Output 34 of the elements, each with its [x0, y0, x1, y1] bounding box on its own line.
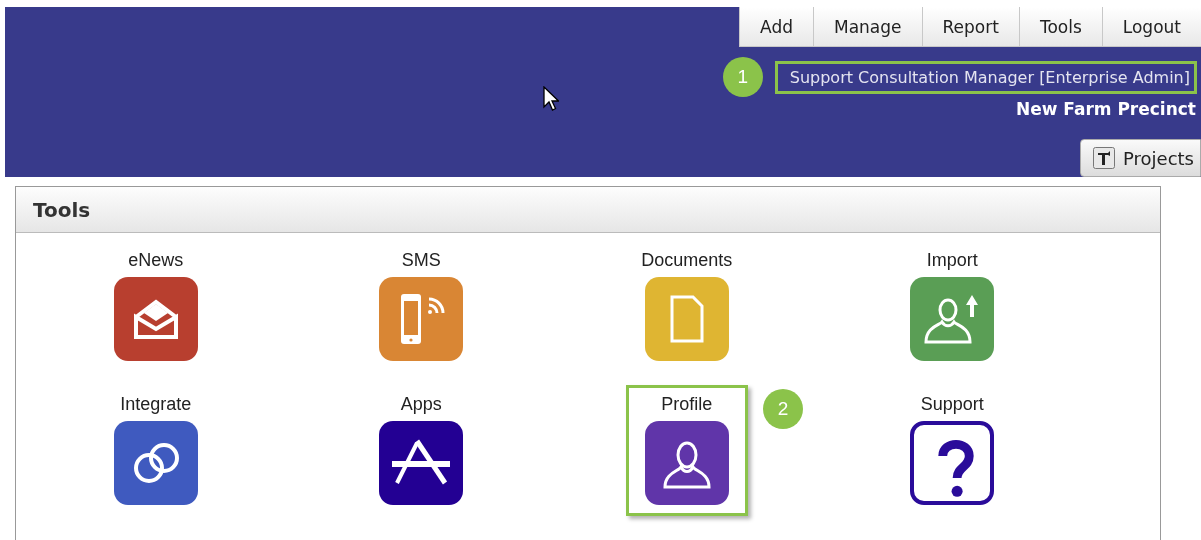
tool-label: Profile	[661, 394, 713, 415]
menu-item[interactable]: Add	[739, 7, 813, 47]
menu-item[interactable]: Logout	[1101, 7, 1201, 47]
help-tile[interactable]	[910, 421, 995, 505]
tool-tile[interactable]	[910, 277, 995, 361]
callout-number: 1	[722, 57, 763, 97]
callout-number: 2	[763, 389, 803, 429]
phone-signal-icon	[401, 294, 445, 344]
menu-item[interactable]: Manage	[813, 7, 922, 47]
tool-tile[interactable]	[113, 421, 198, 505]
tool-label: eNews	[128, 250, 184, 271]
menu-item[interactable]: Report	[921, 7, 1019, 47]
person-icon	[663, 441, 711, 489]
tool-label: Apps	[400, 394, 442, 415]
tool-tile[interactable]	[379, 421, 464, 505]
document-icon	[670, 295, 704, 343]
tool-label: Documents	[641, 250, 733, 271]
tool-label: SMS	[401, 250, 441, 271]
tool-label: Support	[920, 394, 984, 415]
tool-tile[interactable]	[644, 277, 729, 361]
envelope-icon	[133, 299, 178, 339]
tool-label: Integrate	[120, 394, 192, 415]
organisation-name: New Farm Precinct	[1015, 99, 1196, 119]
projects-button[interactable]: Projects	[1080, 139, 1201, 177]
menu-item[interactable]: Tools	[1018, 7, 1102, 47]
tool-tile[interactable]	[379, 277, 464, 361]
tool-tile[interactable]	[113, 277, 198, 361]
linked-rings-icon	[133, 443, 179, 483]
tool-tile[interactable]	[644, 421, 729, 505]
user-role-link[interactable]: Support Consultation Manager [Enterprise Admin]	[774, 60, 1197, 94]
panel-title: Tools	[33, 197, 91, 222]
person-upload-icon	[924, 295, 979, 344]
mouse-pointer-icon	[543, 86, 559, 112]
tool-label: Import	[926, 250, 978, 271]
